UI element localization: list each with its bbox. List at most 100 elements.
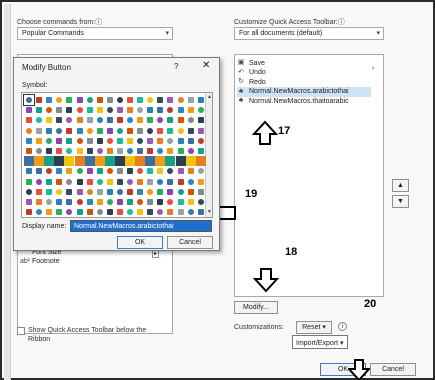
dialog-ok-button[interactable]: OK — [117, 236, 163, 249]
symbol-cell[interactable] — [54, 207, 64, 217]
symbol-cell[interactable] — [185, 156, 196, 167]
symbol-cell[interactable] — [34, 177, 44, 187]
symbol-cell[interactable] — [75, 105, 85, 115]
qat-list-item[interactable]: ↶ Undo — [237, 68, 371, 78]
symbol-cell[interactable] — [176, 126, 186, 136]
symbol-cell[interactable] — [176, 146, 186, 156]
symbol-cell[interactable] — [135, 115, 145, 125]
symbol-cell[interactable] — [155, 115, 165, 125]
symbol-cell[interactable] — [135, 177, 145, 187]
symbol-cell[interactable] — [155, 177, 165, 187]
symbol-cell[interactable] — [75, 166, 85, 176]
symbol-cell[interactable] — [165, 95, 175, 105]
symbol-cell[interactable] — [196, 136, 206, 146]
symbol-cell[interactable] — [155, 156, 166, 167]
symbol-cell[interactable] — [24, 207, 34, 217]
symbol-cell[interactable] — [54, 136, 64, 146]
symbol-cell[interactable] — [24, 146, 34, 156]
symbol-cell[interactable] — [54, 146, 64, 156]
symbol-cell[interactable] — [34, 156, 45, 167]
symbol-cell[interactable] — [125, 105, 135, 115]
symbol-cell[interactable] — [95, 146, 105, 156]
symbol-cell[interactable] — [95, 126, 105, 136]
symbol-cell[interactable] — [145, 166, 155, 176]
symbol-cell[interactable] — [125, 126, 135, 136]
symbol-cell[interactable] — [135, 95, 145, 105]
symbol-cell[interactable] — [125, 136, 135, 146]
symbol-cell[interactable] — [125, 146, 135, 156]
dialog-cancel-button[interactable]: Cancel — [167, 236, 213, 249]
symbol-cell[interactable] — [186, 105, 196, 115]
symbol-cell[interactable] — [125, 177, 135, 187]
symbol-cell[interactable] — [115, 115, 125, 125]
symbol-cell[interactable] — [186, 95, 196, 105]
symbol-cell[interactable] — [145, 197, 155, 207]
symbol-cell[interactable] — [75, 126, 85, 136]
symbol-cell[interactable] — [34, 126, 44, 136]
symbol-cell[interactable] — [125, 187, 135, 197]
symbol-cell[interactable] — [34, 95, 44, 105]
symbol-cell[interactable] — [145, 177, 155, 187]
symbol-cell[interactable] — [44, 105, 54, 115]
symbol-cell[interactable] — [24, 126, 34, 136]
symbol-cell[interactable] — [64, 156, 75, 167]
symbol-cell[interactable] — [196, 177, 206, 187]
symbol-cell[interactable] — [165, 197, 175, 207]
symbol-cell[interactable] — [186, 146, 196, 156]
symbol-cell[interactable] — [176, 95, 186, 105]
symbol-cell[interactable] — [95, 187, 105, 197]
symbol-cell[interactable] — [105, 105, 115, 115]
symbol-cell[interactable] — [105, 115, 115, 125]
symbol-cell[interactable] — [95, 136, 105, 146]
symbol-cell[interactable] — [165, 105, 175, 115]
symbol-cell[interactable] — [24, 166, 34, 176]
symbol-cell[interactable] — [145, 156, 156, 167]
symbol-cell[interactable] — [186, 126, 196, 136]
customize-qat-dropdown[interactable]: For all documents (default) ▾ — [234, 27, 384, 40]
symbol-cell[interactable] — [44, 166, 54, 176]
symbol-cell[interactable] — [85, 197, 95, 207]
symbol-cell[interactable] — [195, 156, 206, 167]
symbol-cell[interactable] — [44, 95, 54, 105]
symbol-cell[interactable] — [44, 207, 54, 217]
symbol-cell[interactable] — [115, 187, 125, 197]
symbol-cell[interactable] — [75, 146, 85, 156]
symbol-cell[interactable] — [54, 187, 64, 197]
symbol-cell[interactable] — [44, 136, 54, 146]
symbol-cell[interactable] — [84, 156, 95, 167]
symbol-cell[interactable] — [44, 156, 55, 167]
symbol-cell[interactable] — [155, 146, 165, 156]
symbol-cell[interactable] — [95, 115, 105, 125]
import-export-menu[interactable]: Import/Export ▾ — [292, 335, 348, 349]
symbol-cell[interactable] — [54, 177, 64, 187]
symbol-cell[interactable] — [85, 95, 95, 105]
symbol-cell[interactable] — [155, 166, 165, 176]
symbol-cell[interactable] — [54, 126, 64, 136]
symbol-cell[interactable] — [115, 105, 125, 115]
symbol-cell[interactable] — [44, 115, 54, 125]
reset-button[interactable]: Reset ▾ — [296, 321, 332, 334]
symbol-cell[interactable] — [24, 197, 34, 207]
symbol-cell[interactable] — [135, 126, 145, 136]
symbol-cell[interactable] — [105, 95, 115, 105]
symbol-cell[interactable] — [186, 207, 196, 217]
symbol-cell[interactable] — [105, 146, 115, 156]
symbol-cell[interactable] — [44, 146, 54, 156]
symbol-cell[interactable] — [64, 115, 74, 125]
cancel-button[interactable]: Cancel — [370, 363, 416, 376]
symbol-cell[interactable] — [155, 95, 165, 105]
symbol-cell[interactable] — [176, 177, 186, 187]
symbol-cell[interactable] — [54, 156, 65, 167]
symbol-cell[interactable] — [165, 136, 175, 146]
symbol-cell[interactable] — [85, 166, 95, 176]
symbol-cell[interactable] — [34, 136, 44, 146]
symbol-cell[interactable] — [24, 187, 34, 197]
qat-list-item[interactable]: ♣ Normal.NewMacros.thaitoarabic — [237, 96, 371, 106]
symbol-cell[interactable] — [94, 156, 105, 167]
symbol-cell[interactable] — [105, 136, 115, 146]
symbol-cell[interactable] — [135, 197, 145, 207]
show-qat-checkbox[interactable] — [17, 327, 25, 335]
symbol-cell[interactable] — [74, 156, 85, 167]
symbol-cell[interactable] — [44, 187, 54, 197]
symbol-cell[interactable] — [114, 156, 125, 167]
